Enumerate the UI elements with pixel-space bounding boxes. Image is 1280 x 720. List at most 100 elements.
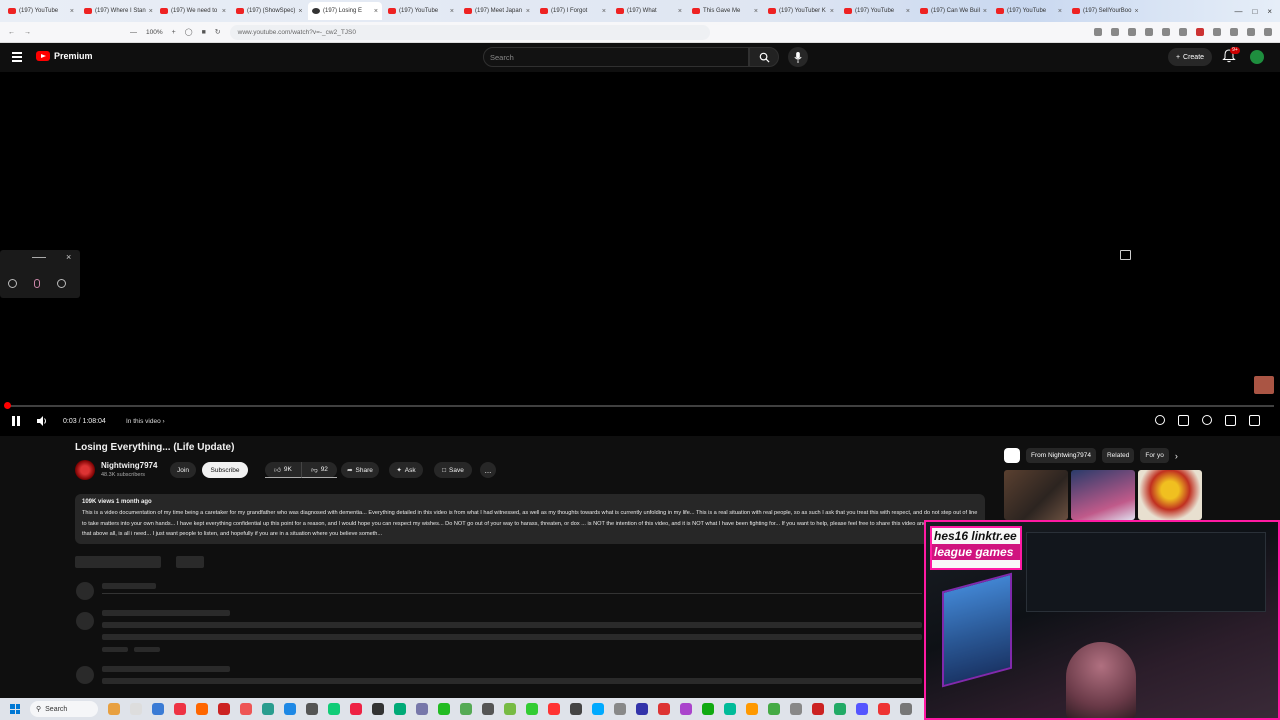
like-button[interactable]: 👍︎ 9K: [265, 462, 301, 478]
extension-icon[interactable]: [1247, 28, 1255, 36]
taskbar-app-icon[interactable]: [856, 703, 868, 715]
taskbar-app-icon[interactable]: [768, 703, 780, 715]
settings-icon[interactable]: [8, 279, 17, 288]
menu-icon[interactable]: [1264, 28, 1272, 36]
video-player[interactable]: [0, 72, 1280, 436]
taskbar-app-icon[interactable]: [196, 703, 208, 715]
close-tab-icon[interactable]: ×: [754, 8, 758, 15]
extension-icon[interactable]: [1162, 28, 1170, 36]
taskbar-app-icon[interactable]: [240, 703, 252, 715]
close-tab-icon[interactable]: ×: [906, 8, 910, 15]
taskbar-app-icon[interactable]: [724, 703, 736, 715]
close-tab-icon[interactable]: ×: [1134, 8, 1138, 15]
search-button[interactable]: [749, 47, 779, 67]
taskbar-app-icon[interactable]: [262, 703, 274, 715]
close-tab-icon[interactable]: ×: [526, 8, 530, 15]
account-avatar[interactable]: [1250, 50, 1264, 64]
chip-related[interactable]: Related: [1101, 448, 1135, 463]
menu-icon[interactable]: [12, 52, 22, 62]
taskbar-app-icon[interactable]: [152, 703, 164, 715]
taskbar-app-icon[interactable]: [526, 703, 538, 715]
taskbar-app-icon[interactable]: [504, 703, 516, 715]
ask-button[interactable]: ✦ Ask: [389, 462, 423, 478]
extension-icon[interactable]: [1094, 28, 1102, 36]
share-button[interactable]: ➦ Share: [341, 462, 379, 478]
back-icon[interactable]: ←: [8, 29, 15, 36]
chevron-right-icon[interactable]: ›: [1175, 451, 1178, 461]
close-tab-icon[interactable]: ×: [374, 8, 378, 15]
browser-tab[interactable]: (197) Where I Stan ×: [80, 2, 154, 20]
youtube-logo[interactable]: Premium: [36, 51, 93, 61]
taskbar-app-icon[interactable]: [218, 703, 230, 715]
browser-tab[interactable]: This Gave Me ×: [688, 2, 762, 20]
close-window-icon[interactable]: ×: [1267, 7, 1272, 16]
taskbar-app-icon[interactable]: [438, 703, 450, 715]
dislike-button[interactable]: 👎︎ 92: [301, 462, 337, 478]
volume-icon[interactable]: [36, 415, 48, 427]
picture-in-picture-icon[interactable]: [1120, 250, 1131, 260]
windows-start-icon[interactable]: [10, 704, 20, 714]
close-tab-icon[interactable]: ×: [222, 8, 226, 15]
taskbar-app-icon[interactable]: [658, 703, 670, 715]
chip-from-channel[interactable]: From Nightwing7974: [1026, 448, 1096, 463]
close-icon[interactable]: ×: [66, 252, 71, 262]
autoplay-toggle-icon[interactable]: [1155, 415, 1165, 425]
taskbar-app-icon[interactable]: [812, 703, 824, 715]
bookmark-icon[interactable]: [1111, 28, 1119, 36]
drag-handle[interactable]: [32, 257, 46, 258]
channel-chip-icon[interactable]: [1004, 448, 1020, 463]
taskbar-app-icon[interactable]: [108, 703, 120, 715]
extension-icon[interactable]: [1213, 28, 1221, 36]
taskbar-app-icon[interactable]: [372, 703, 384, 715]
reload-icon[interactable]: ↻: [215, 28, 221, 36]
browser-tab[interactable]: (197) (ShowSpec) ×: [232, 2, 306, 20]
close-tab-icon[interactable]: ×: [678, 8, 682, 15]
microphone-icon[interactable]: [34, 279, 40, 288]
channel-avatar[interactable]: [75, 460, 95, 480]
settings-icon[interactable]: [1202, 415, 1212, 425]
taskbar-search[interactable]: ⚲ Search: [30, 701, 98, 717]
extension-icon[interactable]: [1128, 28, 1136, 36]
browser-tab[interactable]: (197) YouTube ×: [4, 2, 78, 20]
description-box[interactable]: 109K views 1 month ago This is a video d…: [75, 494, 985, 544]
in-this-video-button[interactable]: In this video ›: [126, 418, 165, 425]
maximize-window-icon[interactable]: □: [1252, 7, 1257, 16]
taskbar-app-icon[interactable]: [746, 703, 758, 715]
taskbar-app-icon[interactable]: [570, 703, 582, 715]
taskbar-app-icon[interactable]: [592, 703, 604, 715]
taskbar-app-icon[interactable]: [900, 703, 912, 715]
extension-icon[interactable]: [1179, 28, 1187, 36]
browser-tab[interactable]: (197) Can We Buil ×: [916, 2, 990, 20]
new-tab-icon[interactable]: +: [172, 29, 176, 36]
close-tab-icon[interactable]: ×: [1058, 8, 1062, 15]
create-button[interactable]: + Create: [1168, 48, 1212, 66]
close-tab-icon[interactable]: ×: [70, 8, 74, 15]
taskbar-app-icon[interactable]: [614, 703, 626, 715]
search-input[interactable]: Search: [483, 47, 749, 67]
taskbar-app-icon[interactable]: [130, 703, 142, 715]
video-thumbnail[interactable]: [1071, 470, 1135, 520]
browser-tab[interactable]: (197) I Forgot ×: [536, 2, 610, 20]
voice-search-button[interactable]: [788, 47, 808, 67]
taskbar-app-icon[interactable]: [460, 703, 472, 715]
shield-icon[interactable]: ◯: [185, 28, 193, 36]
channel-watermark[interactable]: [1254, 376, 1274, 394]
progress-bar[interactable]: [6, 405, 1274, 407]
video-thumbnail[interactable]: [1138, 470, 1202, 520]
taskbar-app-icon[interactable]: [834, 703, 846, 715]
browser-tab[interactable]: (197) Meet Japan ×: [460, 2, 534, 20]
browser-tab[interactable]: (197) YouTube ×: [992, 2, 1066, 20]
taskbar-app-icon[interactable]: [306, 703, 318, 715]
close-tab-icon[interactable]: ×: [298, 8, 302, 15]
extension-icon[interactable]: [1196, 28, 1204, 36]
close-tab-icon[interactable]: ×: [983, 8, 987, 15]
taskbar-app-icon[interactable]: [548, 703, 560, 715]
taskbar-app-icon[interactable]: [878, 703, 890, 715]
taskbar-app-icon[interactable]: [350, 703, 362, 715]
browser-tab[interactable]: (197) What ×: [612, 2, 686, 20]
forward-icon[interactable]: →: [24, 29, 31, 36]
download-icon[interactable]: [1145, 28, 1153, 36]
channel-name[interactable]: Nightwing7974: [101, 461, 157, 470]
taskbar-app-icon[interactable]: [702, 703, 714, 715]
close-tab-icon[interactable]: ×: [602, 8, 606, 15]
